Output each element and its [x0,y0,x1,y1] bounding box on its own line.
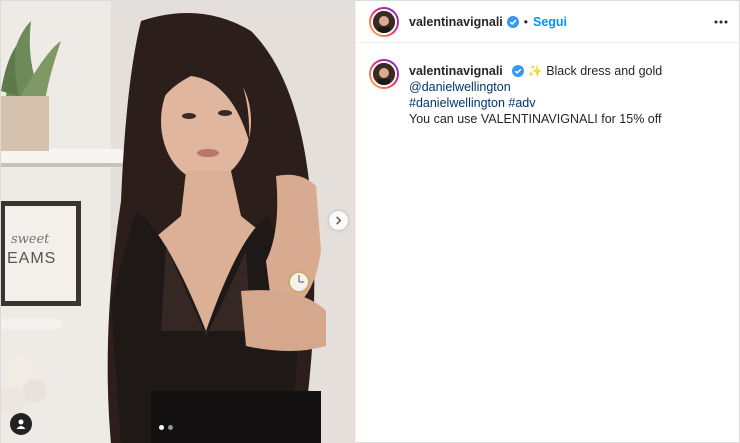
header-separator: • [523,14,528,29]
post-image[interactable]: sweet EAMS [1,1,355,443]
author-username[interactable]: valentinavignali [409,15,503,29]
caption-avatar[interactable] [369,59,399,89]
svg-text:EAMS: EAMS [7,250,56,267]
hashtag-link-1[interactable]: #danielwellington [409,96,505,110]
user-tag-icon [16,419,26,429]
mention-link[interactable]: @danielwellington [409,80,511,94]
avatar-image [373,63,395,85]
user-tag-button[interactable] [10,413,32,435]
caption-username[interactable]: valentinavignali [409,64,503,78]
sparkles-emoji: ✨ [527,64,543,78]
carousel-dots [159,425,173,430]
caption-line-2: You can use VALENTINAVIGNALI for 15% off [409,112,662,126]
post-header: valentinavignali • Segui [356,1,740,43]
caption-text: valentinavignali ✨ Black dress and gold … [409,63,729,127]
follow-button[interactable]: Segui [533,15,567,29]
chevron-right-icon [336,216,342,225]
carousel-dot [168,425,173,430]
verified-badge-icon [506,15,519,28]
verified-badge-icon [512,65,525,77]
profile-avatar[interactable] [369,6,399,37]
more-options-button[interactable] [714,15,728,29]
avatar-image [373,10,395,33]
instagram-post: sweet EAMS valentinavignali • Segui vale… [0,0,740,443]
more-horizontal-icon [714,20,728,24]
carousel-next-button[interactable] [329,211,348,230]
hashtag-link-2[interactable]: #adv [508,96,535,110]
post-side-panel: valentinavignali • Segui valentinavignal… [355,1,740,443]
carousel-dot-active [159,425,164,430]
post-photo: sweet EAMS [1,1,355,443]
post-caption: valentinavignali ✨ Black dress and gold … [356,59,740,127]
svg-text:sweet: sweet [11,232,50,247]
caption-line-1: Black dress and gold [546,64,663,78]
